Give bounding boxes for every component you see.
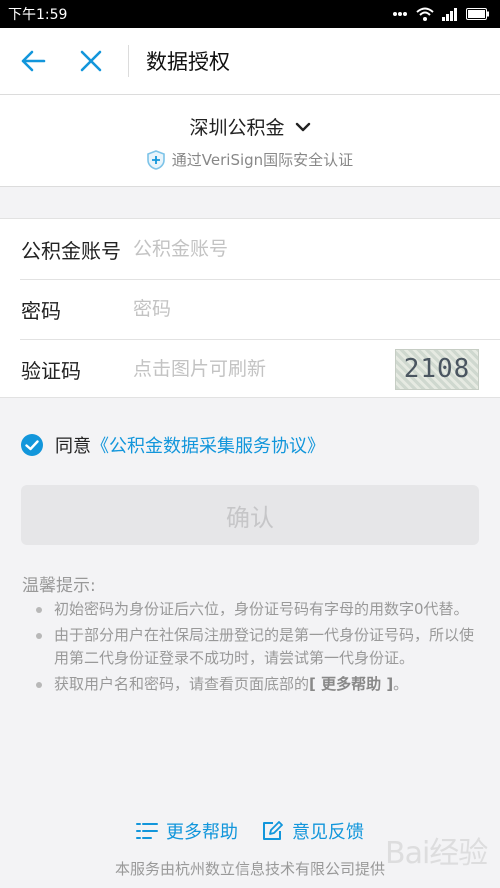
- edit-icon: [263, 821, 283, 840]
- tips-list: 初始密码为身份证后六位，身份证号码有字母的用数字0代替。 由于部分用户在社保局注…: [36, 598, 476, 698]
- close-button[interactable]: [62, 28, 120, 95]
- status-icons: [392, 7, 490, 21]
- signal-dots-icon: [393, 12, 407, 16]
- account-input[interactable]: [133, 238, 500, 260]
- check-icon: [25, 439, 39, 450]
- provider-header: 深圳公积金 通过VeriSign国际安全认证: [0, 95, 500, 187]
- agreement-row: 同意《公积金数据采集服务协议》: [21, 432, 325, 458]
- captcha-label: 验证码: [21, 358, 81, 383]
- page-title: 数据授权: [146, 50, 230, 74]
- captcha-row: 验证码 2108: [0, 339, 500, 399]
- more-help-label: 更多帮助: [166, 822, 238, 843]
- agreement-prefix: 同意: [55, 436, 91, 457]
- shield-icon: [146, 149, 165, 170]
- feedback-label: 意见反馈: [292, 822, 364, 843]
- battery-icon: [466, 8, 489, 20]
- provider-select[interactable]: 深圳公积金: [0, 113, 500, 140]
- footer-links: 更多帮助 意见反馈: [0, 818, 500, 844]
- security-note: 通过VeriSign国际安全认证: [0, 149, 500, 170]
- tip-item: 由于部分用户在社保局注册登记的是第一代身份证号码，所以使用第二代身份证登录不成功…: [36, 624, 476, 671]
- account-label: 公积金账号: [21, 238, 121, 263]
- captcha-image[interactable]: 2108: [395, 348, 479, 390]
- tips-title: 温馨提示:: [22, 576, 96, 596]
- password-row: 密码: [0, 279, 500, 339]
- nav-divider: [128, 45, 129, 77]
- login-form: 公积金账号 密码 验证码 2108: [0, 218, 500, 398]
- cellular-icon: [442, 7, 457, 21]
- wifi-icon: [416, 7, 434, 21]
- close-icon: [80, 50, 102, 72]
- agreement-link[interactable]: 《公积金数据采集服务协议》: [91, 436, 325, 457]
- feedback-link[interactable]: 意见反馈: [262, 818, 364, 844]
- chevron-down-icon: [295, 122, 310, 131]
- account-row: 公积金账号: [0, 219, 500, 279]
- confirm-button[interactable]: 确认: [21, 485, 479, 545]
- list-doc-icon: [136, 823, 158, 839]
- arrow-left-icon: [21, 50, 46, 72]
- nav-bar: 数据授权: [0, 28, 500, 95]
- tip-item: 初始密码为身份证后六位，身份证号码有字母的用数字0代替。: [36, 598, 476, 622]
- captcha-input[interactable]: [133, 358, 395, 380]
- status-bar: 下午1:59: [0, 0, 500, 28]
- security-text: 通过VeriSign国际安全认证: [171, 151, 354, 169]
- tip-more-help: [ 更多帮助 ]: [309, 674, 394, 693]
- service-provider-text: 本服务由杭州数立信息技术有限公司提供: [114, 860, 385, 878]
- password-input[interactable]: [133, 298, 500, 320]
- provider-name: 深圳公积金: [189, 117, 285, 139]
- tip-item: 获取用户名和密码，请查看页面底部的[ 更多帮助 ]。: [36, 673, 476, 697]
- password-label: 密码: [21, 298, 61, 323]
- back-button[interactable]: [4, 28, 62, 95]
- status-time: 下午1:59: [8, 7, 68, 23]
- more-help-link[interactable]: 更多帮助: [136, 818, 238, 844]
- agree-checkbox[interactable]: [21, 434, 43, 456]
